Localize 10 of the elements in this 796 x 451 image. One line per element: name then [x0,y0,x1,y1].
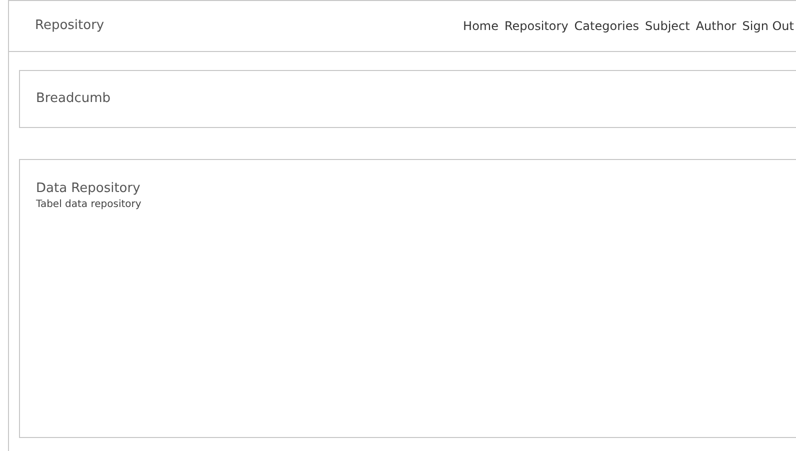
nav-link[interactable]: Categories [574,17,639,35]
panel-subtitle: Tabel data repository [36,198,142,212]
nav-link[interactable]: Repository [504,17,568,35]
site-title: Repository [35,17,104,36]
panel-title: Data Repository [36,180,142,198]
nav-link[interactable]: Home [463,17,498,35]
nav-link[interactable]: Subject [644,17,690,35]
nav-link[interactable]: Sign Out [742,17,794,35]
nav-link[interactable]: Author [696,17,736,35]
breadcrumb-label: Breadcumb [36,90,110,108]
